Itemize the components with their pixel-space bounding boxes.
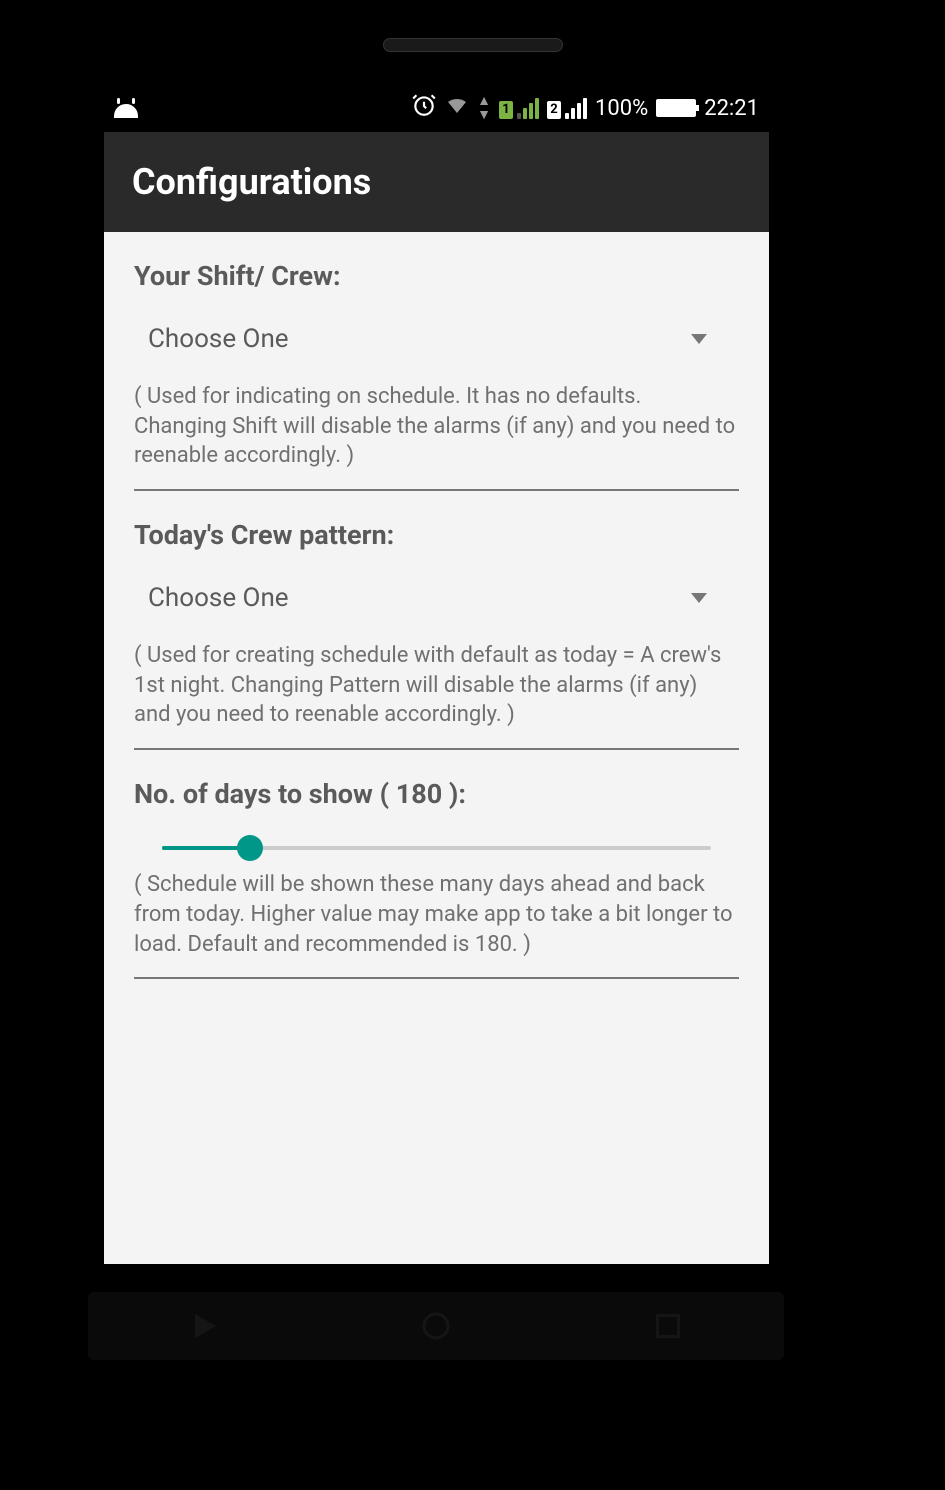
- chevron-down-icon: [691, 334, 707, 344]
- status-right: ▲▼ 1 2 100% 22:21: [411, 92, 759, 124]
- pattern-help-text: ( Used for creating schedule with defaul…: [134, 641, 739, 730]
- home-button[interactable]: [418, 1308, 454, 1344]
- shift-dropdown-value: Choose One: [148, 324, 691, 354]
- status-clock: 22:21: [704, 96, 759, 121]
- sim2-badge: 2: [547, 101, 561, 119]
- android-icon: [114, 98, 138, 118]
- pattern-label: Today's Crew pattern:: [134, 519, 739, 551]
- pattern-dropdown-value: Choose One: [148, 583, 691, 613]
- battery-icon: [656, 99, 696, 117]
- status-bar: ▲▼ 1 2 100% 22:21: [104, 84, 769, 132]
- pattern-dropdown[interactable]: Choose One: [134, 563, 739, 633]
- sim1-badge: 1: [499, 101, 513, 119]
- page-title: Configurations: [132, 161, 371, 203]
- divider: [134, 748, 739, 750]
- days-help-text: ( Schedule will be shown these many days…: [134, 870, 739, 959]
- recents-button[interactable]: [650, 1308, 686, 1344]
- battery-percent: 100%: [595, 96, 648, 121]
- divider: [134, 977, 739, 979]
- alarm-icon: [411, 92, 437, 124]
- navigation-bar: [88, 1292, 784, 1360]
- signal-sim2: 2: [547, 98, 587, 119]
- screen: ▲▼ 1 2 100% 22:21 Configurations Your Sh…: [104, 84, 769, 1264]
- days-label: No. of days to show ( 180 ):: [134, 778, 739, 810]
- shift-dropdown[interactable]: Choose One: [134, 304, 739, 374]
- divider: [134, 489, 739, 491]
- slider-thumb[interactable]: [237, 835, 263, 861]
- status-left: [114, 98, 138, 118]
- chevron-down-icon: [691, 593, 707, 603]
- content: Your Shift/ Crew: Choose One ( Used for …: [104, 232, 769, 1264]
- wifi-icon: [445, 93, 469, 123]
- slider-track: [162, 846, 711, 850]
- shift-label: Your Shift/ Crew:: [134, 260, 739, 292]
- signal-sim1: 1: [499, 98, 539, 119]
- phone-speaker: [383, 38, 563, 52]
- back-button[interactable]: [186, 1308, 222, 1344]
- shift-help-text: ( Used for indicating on schedule. It ha…: [134, 382, 739, 471]
- app-bar: Configurations: [104, 132, 769, 232]
- data-arrows-icon: ▲▼: [477, 94, 491, 122]
- days-slider[interactable]: [134, 822, 739, 862]
